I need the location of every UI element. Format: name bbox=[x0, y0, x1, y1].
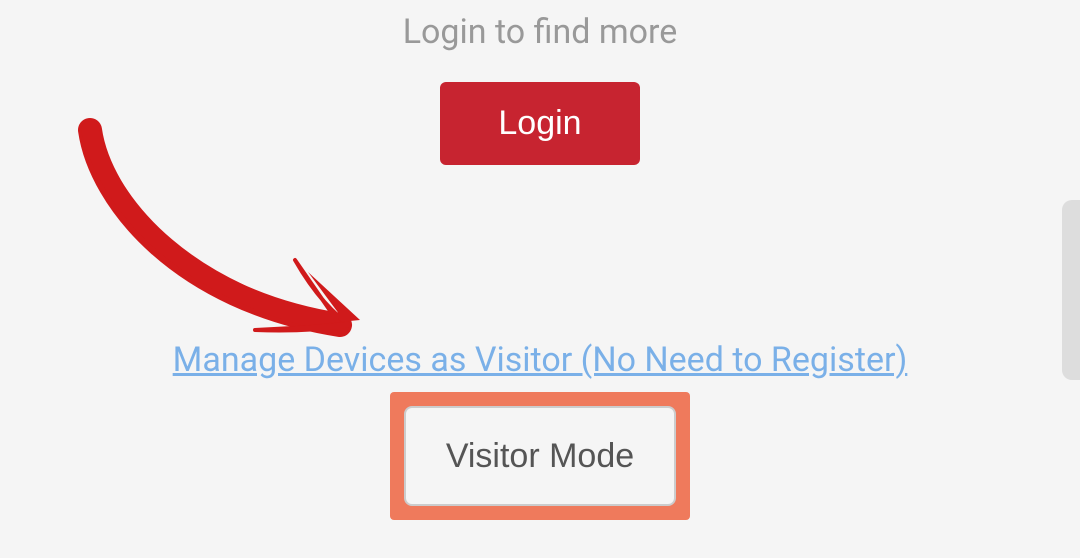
scroll-indicator[interactable] bbox=[1062, 200, 1080, 380]
manage-devices-visitor-link[interactable]: Manage Devices as Visitor (No Need to Re… bbox=[173, 340, 908, 380]
annotation-highlight-box: Visitor Mode bbox=[390, 392, 690, 520]
login-prompt-text: Login to find more bbox=[403, 12, 678, 52]
login-button[interactable]: Login bbox=[440, 82, 639, 165]
visitor-mode-button[interactable]: Visitor Mode bbox=[404, 406, 676, 506]
